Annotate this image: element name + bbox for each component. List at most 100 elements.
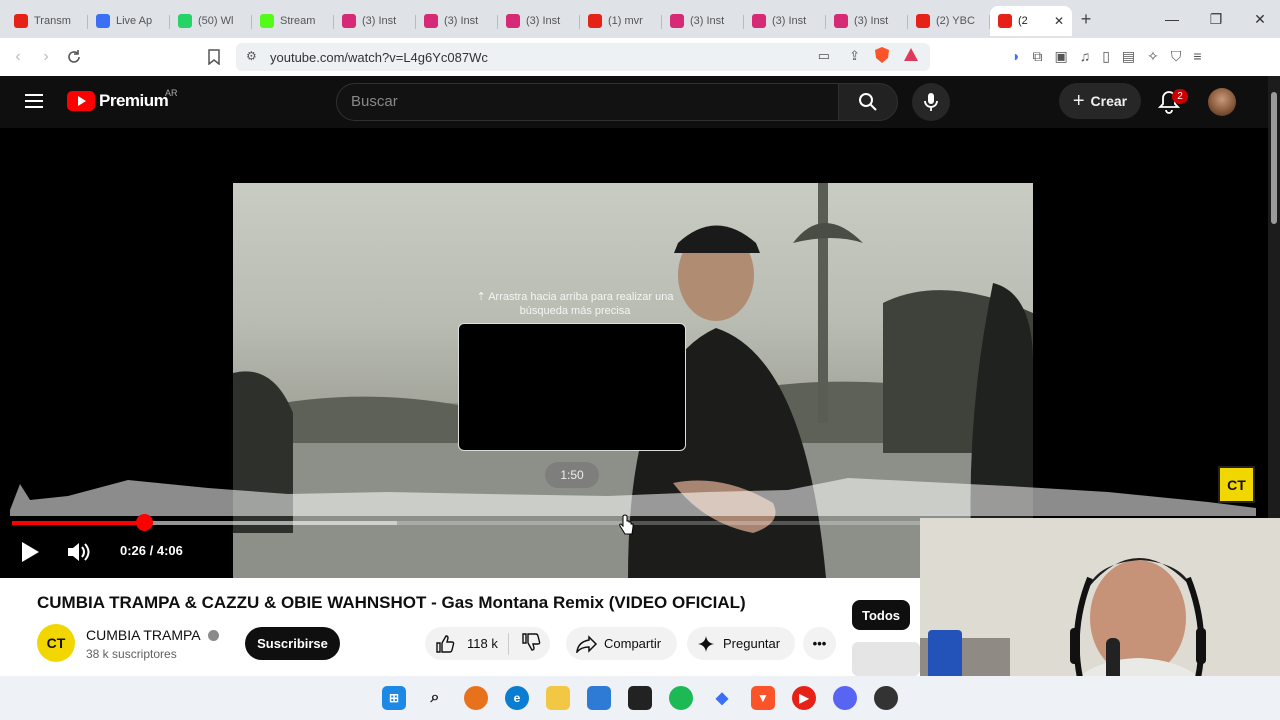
search-input[interactable]: Buscar <box>336 83 840 121</box>
minimize-button[interactable]: — <box>1150 0 1194 38</box>
tab-favicon-icon <box>752 14 766 28</box>
brave-shields-icon[interactable] <box>872 45 892 65</box>
reload-icon <box>68 50 80 63</box>
site-info-icon[interactable]: ⚙ <box>246 49 257 63</box>
account-avatar[interactable] <box>1208 88 1236 116</box>
address-bar[interactable]: ⚙ youtube.com/watch?v=L4g6Yc087Wc ⇪ ▭ <box>236 43 930 71</box>
like-button[interactable]: 118 k <box>425 632 509 655</box>
browser-tab[interactable]: Transm <box>6 6 88 36</box>
sidebar-icon[interactable]: ▯ <box>1102 48 1110 65</box>
mute-button[interactable] <box>66 541 92 568</box>
youtube-music-icon[interactable]: ▶ <box>792 686 816 710</box>
tab-favicon-icon <box>506 14 520 28</box>
hand-cursor-icon <box>619 514 634 535</box>
share-arrow-icon <box>576 634 598 653</box>
browser-tab[interactable]: (3) Inst <box>744 6 826 36</box>
search-button[interactable] <box>838 83 898 121</box>
browser-tab[interactable]: (3) Inst <box>826 6 908 36</box>
extensions-icon[interactable]: ⧉ <box>1032 48 1042 65</box>
video-title: CUMBIA TRAMPA & CAZZU & OBIE WAHNSHOT - … <box>37 593 746 612</box>
tab-label: Live Ap <box>116 15 153 27</box>
share-button[interactable]: Compartir <box>566 627 677 660</box>
bookmark-button[interactable] <box>200 43 228 71</box>
tab-favicon-icon <box>96 14 110 28</box>
scrollbar-thumb[interactable] <box>1271 92 1277 224</box>
hamburger-menu-button[interactable] <box>24 93 44 114</box>
browser-tab[interactable]: (3) Inst <box>662 6 744 36</box>
channel-name-text: CUMBIA TRAMPA <box>86 627 200 643</box>
brave-icon[interactable]: ▼ <box>751 686 775 710</box>
tab-favicon-icon <box>260 14 274 28</box>
progress-played <box>12 521 144 525</box>
channel-avatar[interactable]: CT <box>37 624 75 662</box>
menu-icon[interactable]: ≡ <box>1193 48 1201 65</box>
thumbs-down-icon <box>522 633 541 651</box>
browser-tab[interactable]: (3) Inst <box>334 6 416 36</box>
browser-tab[interactable]: Live Ap <box>88 6 170 36</box>
voice-search-button[interactable] <box>912 83 950 121</box>
play-button[interactable] <box>20 541 40 568</box>
music-icon[interactable]: ♫ <box>1080 48 1091 65</box>
create-label: Crear <box>1090 93 1128 109</box>
browser-tab[interactable]: (2 ✕ <box>990 6 1072 36</box>
tab-label: (50) Wl <box>198 15 234 27</box>
app-diamond-icon[interactable]: ◆ <box>710 686 734 710</box>
back-button[interactable]: ‹ <box>4 43 32 71</box>
brave-rewards-icon[interactable] <box>902 46 920 64</box>
create-button[interactable]: + Crear <box>1059 83 1141 119</box>
tab-manager-icon[interactable]: ▣ <box>1054 48 1067 65</box>
obs-icon[interactable] <box>874 686 898 710</box>
browser-tab[interactable]: Stream <box>252 6 334 36</box>
taskbar-app-icon[interactable] <box>464 686 488 710</box>
tab-label: (3) Inst <box>362 15 397 27</box>
browser-tab[interactable]: (3) Inst <box>416 6 498 36</box>
windows-start-icon[interactable]: ⊞ <box>382 686 406 710</box>
subscribe-button[interactable]: Suscribirse <box>245 627 340 660</box>
wallet-icon[interactable]: ◗ <box>1012 48 1020 65</box>
store-icon[interactable] <box>587 686 611 710</box>
browser-tab[interactable]: (3) Inst <box>498 6 580 36</box>
forward-button[interactable]: › <box>32 43 60 71</box>
chip-all[interactable]: Todos <box>852 600 910 630</box>
tab-label: (2 <box>1018 15 1028 27</box>
browser-tab[interactable]: (2) YBC <box>908 6 990 36</box>
dislike-button[interactable] <box>509 632 541 655</box>
like-dislike-group: 118 k <box>425 627 550 660</box>
file-explorer-icon[interactable] <box>546 686 570 710</box>
most-replayed-graph <box>10 478 1256 516</box>
ask-button[interactable]: Preguntar <box>687 627 795 660</box>
share-icon[interactable]: ⇪ <box>849 48 860 64</box>
crypto-wallet-icon[interactable]: ▤ <box>1122 48 1135 65</box>
tab-favicon-icon <box>14 14 28 28</box>
url-text: youtube.com/watch?v=L4g6Yc087Wc <box>270 49 488 65</box>
reload-button[interactable] <box>60 43 88 71</box>
new-tab-button[interactable]: + <box>1072 9 1100 30</box>
microphone-icon <box>924 93 938 111</box>
scrubber-handle[interactable] <box>136 514 153 531</box>
tab-favicon-icon <box>178 14 192 28</box>
discord-icon[interactable] <box>833 686 857 710</box>
notes-icon[interactable] <box>628 686 652 710</box>
premium-label: Premium <box>99 91 169 110</box>
channel-name[interactable]: CUMBIA TRAMPA <box>86 627 219 643</box>
vpn-icon[interactable]: ⛉ <box>1171 48 1182 65</box>
spotify-icon[interactable] <box>669 686 693 710</box>
channel-watermark[interactable]: CT <box>1218 466 1255 503</box>
tab-close-icon[interactable]: ✕ <box>1054 14 1064 28</box>
more-actions-button[interactable]: ••• <box>803 627 836 660</box>
related-video-thumbnail[interactable] <box>852 642 920 676</box>
tab-label: (3) Inst <box>854 15 889 27</box>
like-count: 118 k <box>467 636 498 651</box>
browser-tab[interactable]: (50) Wl <box>170 6 252 36</box>
thumbs-up-icon <box>436 634 455 653</box>
youtube-logo[interactable]: Premium <box>67 91 169 111</box>
taskbar-search-icon[interactable]: ⌕ <box>423 686 447 710</box>
restore-button[interactable]: ❐ <box>1194 0 1238 38</box>
seek-preview-thumbnail <box>458 323 686 451</box>
cast-icon[interactable]: ▭ <box>818 48 830 64</box>
sparkle-icon <box>698 635 714 652</box>
browser-tab[interactable]: (1) mvr <box>580 6 662 36</box>
close-window-button[interactable]: ✕ <box>1238 0 1280 38</box>
leo-ai-icon[interactable]: ✧ <box>1147 48 1159 65</box>
edge-icon[interactable]: e <box>505 686 529 710</box>
